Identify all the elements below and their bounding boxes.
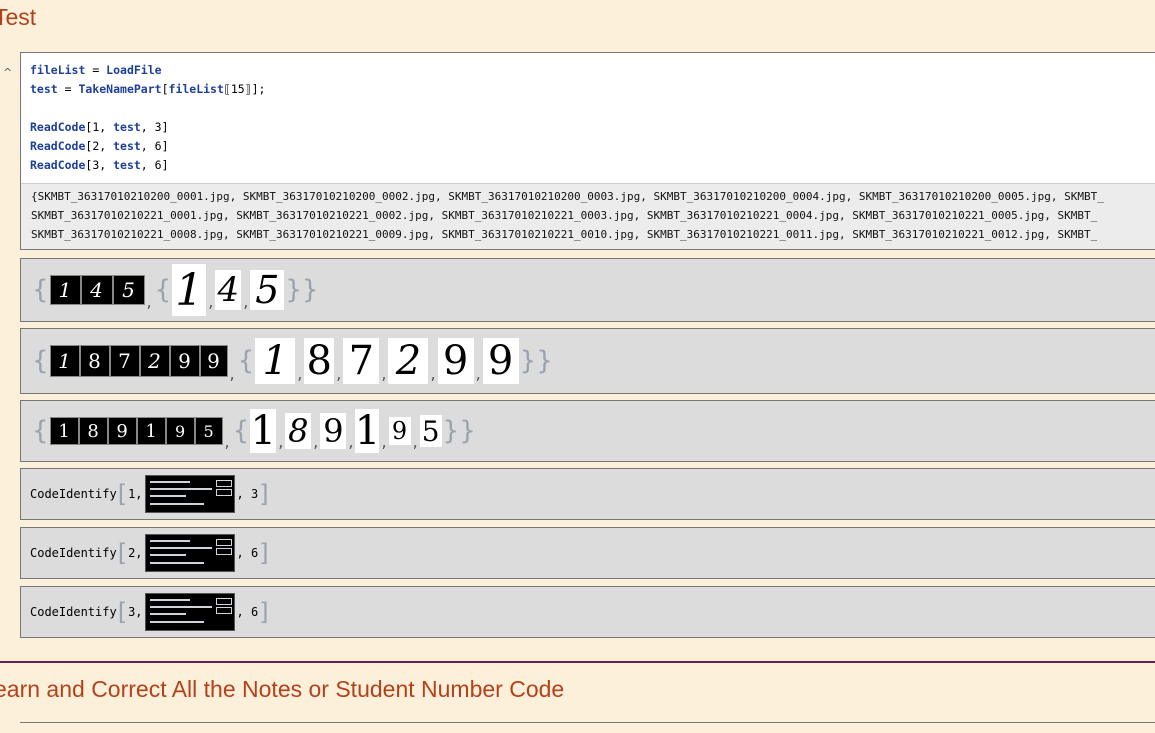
file-list-line: SKMBT_36317010210221_0001.jpg, SKMBT_363… — [31, 209, 1098, 222]
code-identify-arg: 2, — [128, 546, 143, 560]
code-identify-fn: CodeIdentify — [30, 546, 117, 560]
digit-image: 8 — [78, 417, 108, 445]
input-cell[interactable]: fileList = LoadFile test = TakeNamePart[… — [20, 52, 1155, 250]
code-input[interactable]: fileList = LoadFile test = TakeNamePart[… — [30, 61, 265, 175]
image-thumbnail — [144, 593, 235, 631]
file-list-line: {SKMBT_36317010210200_0001.jpg, SKMBT_36… — [31, 190, 1104, 203]
brace-open: { — [154, 275, 172, 305]
section-divider — [0, 661, 1155, 663]
digit-image: 5 — [194, 417, 223, 445]
section-title-test: Test — [0, 4, 37, 30]
digit-image: 9 — [199, 345, 228, 377]
file-list-line: SKMBT_36317010210221_0008.jpg, SKMBT_363… — [31, 228, 1098, 241]
digit-image: 8 — [79, 345, 110, 377]
digit-image: 1 — [255, 338, 296, 384]
digit-image: 9 — [437, 338, 474, 384]
digit-image: 8 — [285, 412, 312, 450]
digit-image: 5 — [250, 268, 285, 312]
digit-image: 9 — [169, 345, 200, 377]
digit-image: 4 — [80, 275, 113, 305]
digit-image: 5 — [112, 275, 145, 305]
code-identify-last: , 6 — [236, 605, 259, 619]
digit-image: 7 — [109, 345, 140, 377]
digit-image: 1 — [172, 264, 207, 316]
digit-image: 1 — [49, 345, 80, 377]
digit-image: 4 — [215, 270, 242, 310]
digit-image: 1 — [49, 417, 79, 445]
digit-image: 9 — [165, 417, 195, 445]
digit-image: 2 — [388, 338, 429, 384]
digit-image: 9 — [482, 338, 519, 384]
code-identify-fn: CodeIdentify — [30, 487, 117, 501]
code-identify-output-3: CodeIdentify [ 3, , 6 ] — [20, 586, 1155, 638]
code-identify-fn: CodeIdentify — [30, 605, 117, 619]
digit-image: 1 — [49, 275, 81, 305]
digit-image: 1 — [354, 408, 381, 454]
next-cell-edge — [20, 722, 1155, 733]
image-thumbnail — [144, 534, 235, 572]
file-list-output: {SKMBT_36317010210200_0001.jpg, SKMBT_36… — [21, 183, 1155, 249]
digit-image: 1 — [250, 408, 277, 454]
digit-image: 9 — [388, 417, 411, 445]
code-identify-last: , 3 — [236, 487, 259, 501]
code-identify-output-2: CodeIdentify [ 2, , 6 ] — [20, 527, 1155, 579]
brace-open: { — [32, 275, 49, 305]
digit-output-3: { 1 8 9 1 9 5 , { 1 , 8 , 9 , 1 , 9 , 5 … — [20, 400, 1155, 462]
brace-close: }} — [285, 275, 319, 305]
digit-image: 8 — [304, 338, 335, 384]
digit-image: 1 — [136, 417, 166, 445]
code-identify-arg: 1, — [128, 487, 143, 501]
code-identify-last: , 6 — [236, 546, 259, 560]
digit-image: 9 — [107, 417, 137, 445]
digit-image: 7 — [343, 338, 380, 384]
cell-bracket-collapse-icon[interactable]: ^ — [3, 66, 12, 79]
digit-image: 5 — [419, 415, 442, 448]
section-title-learn: earn and Correct All the Notes or Studen… — [0, 676, 565, 702]
code-identify-output-1: CodeIdentify [ 1, , 3 ] — [20, 468, 1155, 520]
digit-image: 9 — [320, 412, 347, 450]
image-thumbnail — [144, 475, 235, 513]
code-identify-arg: 3, — [128, 605, 143, 619]
digit-output-1: { 1 4 5 , { 1 , 4 , 5 }} — [20, 258, 1155, 322]
digit-output-2: { 1 8 7 2 9 9 , { 1 , 8 , 7 , 2 , 9 , 9 … — [20, 328, 1155, 394]
digit-image: 2 — [139, 345, 170, 377]
